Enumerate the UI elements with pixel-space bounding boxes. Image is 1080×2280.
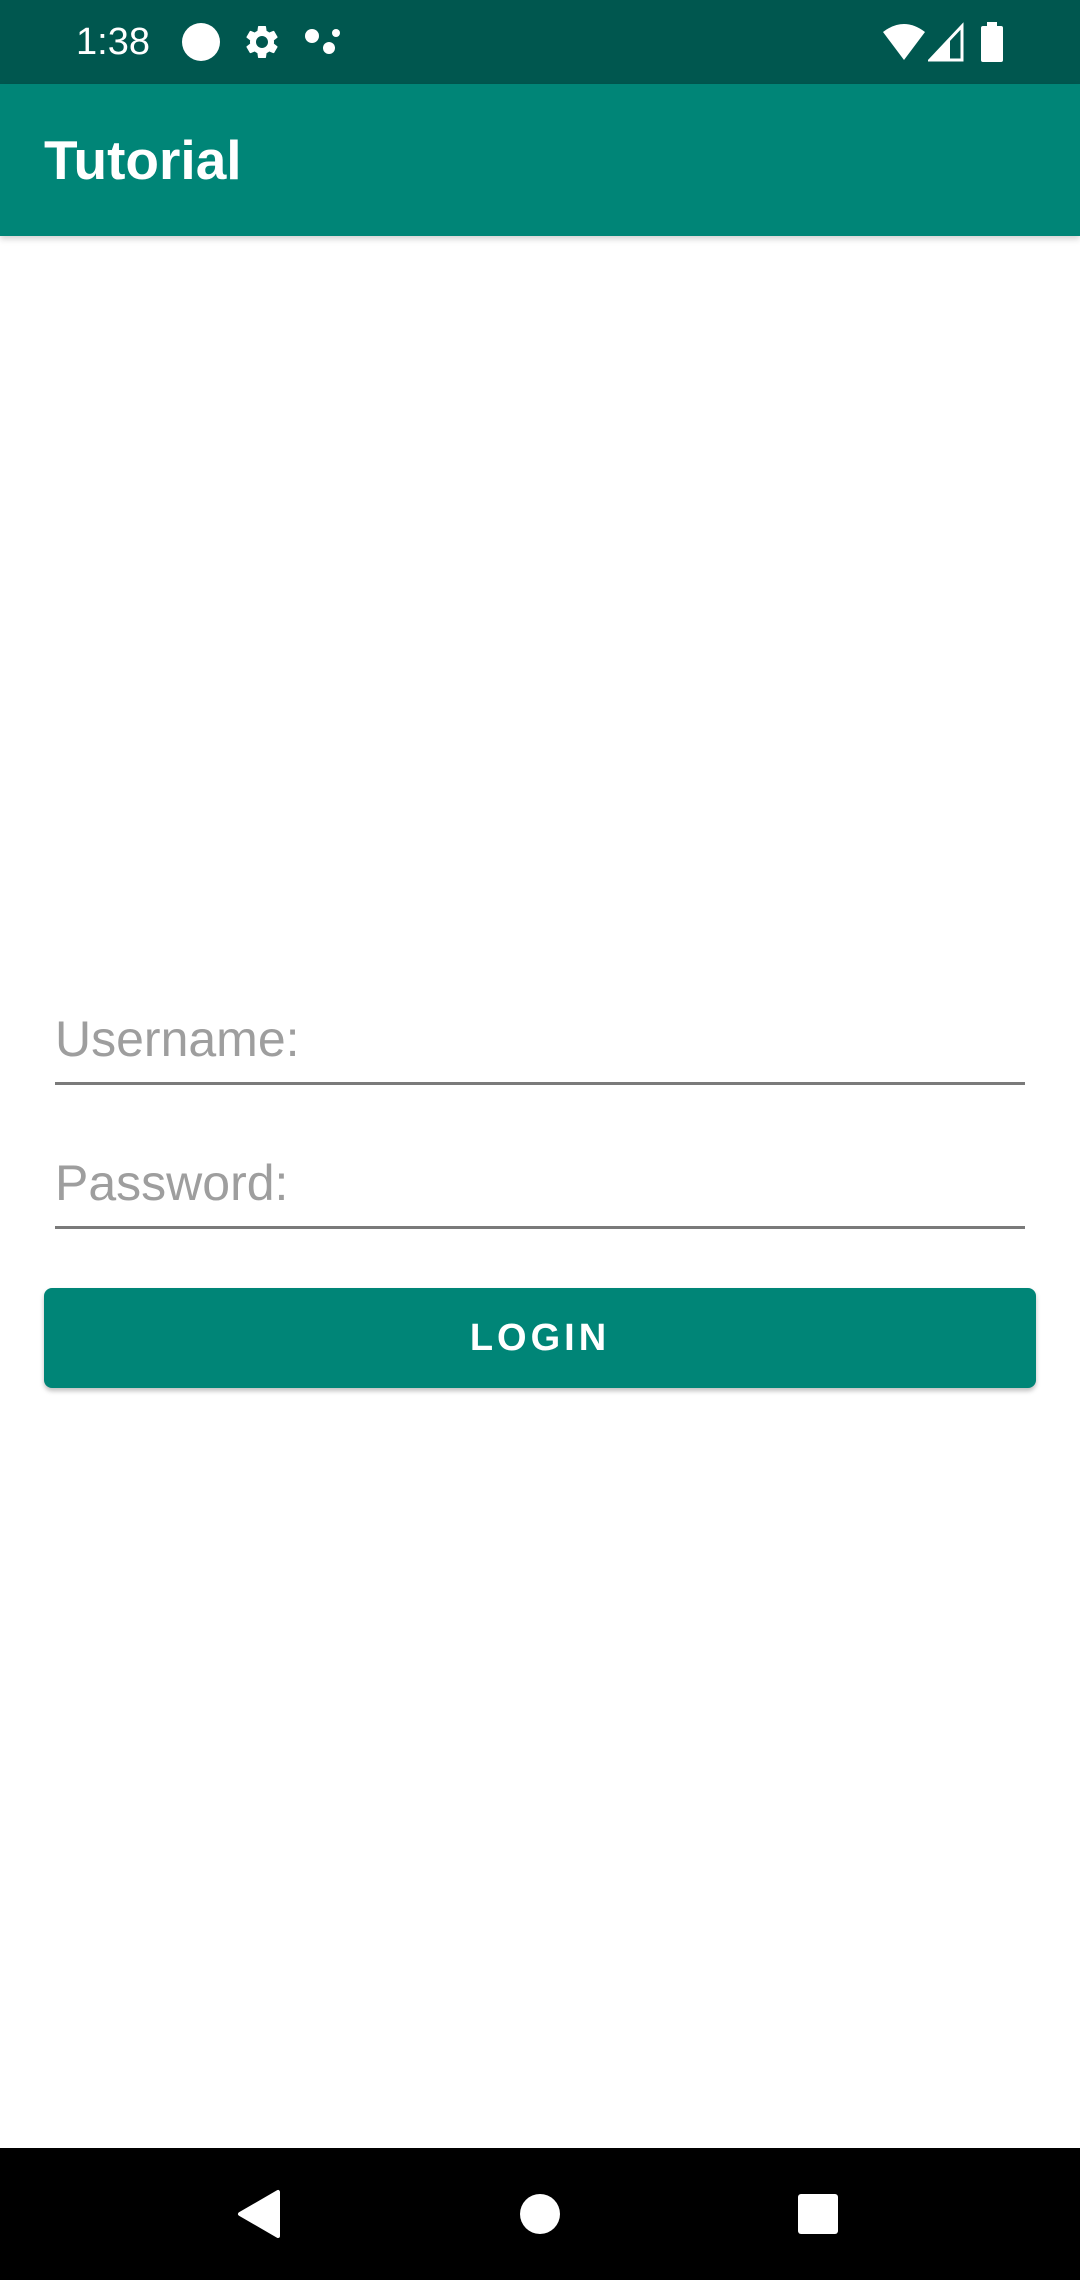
settings-gear-icon [246, 25, 278, 58]
battery-icon [981, 22, 1003, 62]
password-input[interactable] [55, 1148, 1025, 1218]
status-bar: 1:38 [0, 0, 1080, 84]
app-title: Tutorial [44, 129, 242, 191]
username-input[interactable] [55, 1004, 1025, 1074]
login-button[interactable]: LOGIN [44, 1288, 1036, 1388]
wifi-icon [883, 24, 925, 60]
username-field[interactable] [55, 992, 1025, 1085]
status-time: 1:38 [76, 21, 150, 63]
home-icon[interactable] [510, 2184, 570, 2244]
circle-notification-icon [182, 23, 220, 61]
back-icon[interactable] [230, 2184, 290, 2244]
cellular-signal-icon [928, 22, 964, 62]
recents-icon[interactable] [788, 2184, 848, 2244]
password-field[interactable] [55, 1136, 1025, 1229]
dots-notification-icon [305, 29, 340, 54]
navigation-bar [0, 2148, 1080, 2280]
app-bar: Tutorial [0, 84, 1080, 236]
